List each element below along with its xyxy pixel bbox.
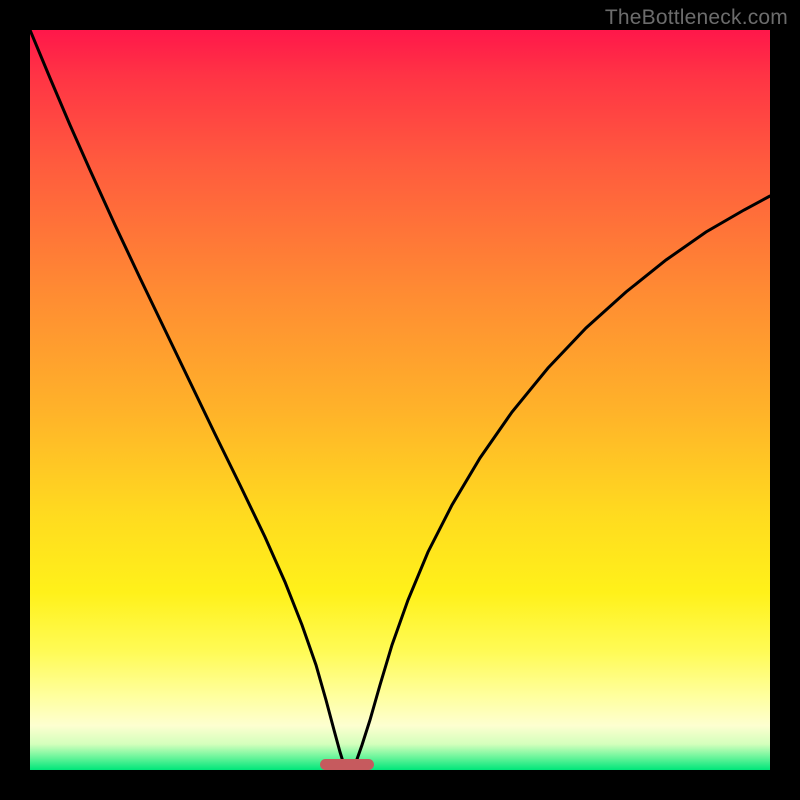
watermark-text: TheBottleneck.com — [605, 6, 788, 30]
chart-frame: TheBottleneck.com — [0, 0, 800, 800]
optimal-range-marker — [320, 759, 374, 770]
bottleneck-curve — [30, 30, 770, 770]
plot-area — [30, 30, 770, 770]
